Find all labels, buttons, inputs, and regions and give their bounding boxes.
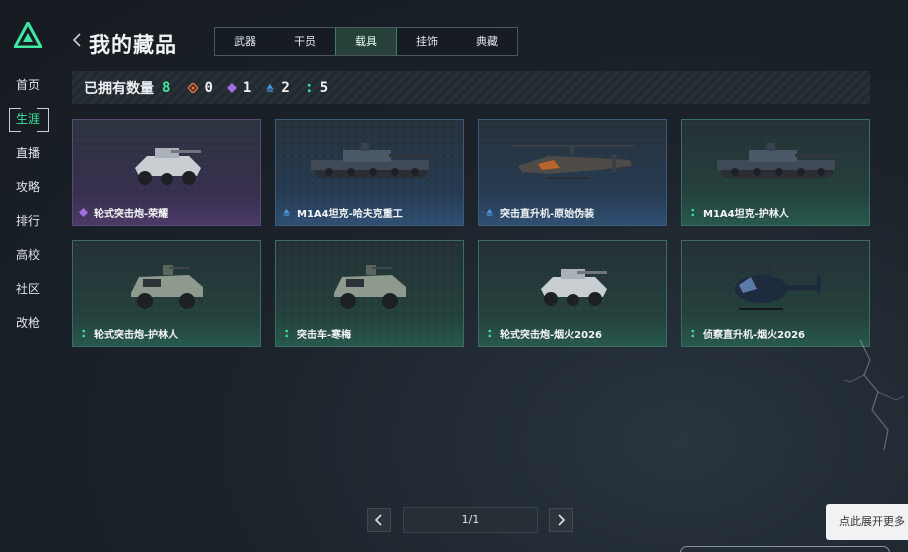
nav-item-home[interactable]: 首页 — [0, 68, 56, 102]
vehicle-image — [328, 259, 412, 317]
tab-weapons[interactable]: 武器 — [215, 28, 275, 55]
nav-item-career[interactable]: 生涯 — [0, 102, 56, 136]
vehicle-card[interactable]: 轮式突击炮-烟火2026 — [478, 240, 667, 347]
card-label: 侦察直升机-烟火2026 — [688, 326, 805, 341]
blue-chevron-icon — [266, 83, 275, 92]
next-page-button[interactable] — [549, 508, 573, 532]
owned-summary-bar: 已拥有数量 8 0 1 2 5 — [72, 71, 870, 104]
green-dots-icon — [82, 329, 85, 338]
vehicle-image — [721, 259, 831, 323]
logo-icon — [14, 22, 42, 48]
card-name: 突击车-寒梅 — [297, 330, 352, 341]
card-label: 轮式突击炮-护林人 — [79, 326, 178, 341]
tab-operators[interactable]: 干员 — [275, 28, 335, 55]
page-title: 我的藏品 — [89, 33, 177, 57]
prev-page-button[interactable] — [367, 508, 391, 532]
green-dots-icon — [691, 329, 694, 338]
green-dots-icon — [307, 83, 311, 92]
vehicle-image — [508, 138, 638, 194]
stat-green-count: 5 — [319, 79, 329, 96]
nav-item-colleges[interactable]: 高校 — [0, 238, 56, 272]
stat-blue-count: 2 — [281, 79, 290, 96]
nav-item-rankings[interactable]: 排行 — [0, 204, 56, 238]
card-label: 轮式突击炮-荣耀 — [79, 205, 168, 220]
bottom-pill-outline — [680, 546, 890, 552]
vehicle-image — [127, 138, 207, 194]
card-label: 突击直升机-原始伪装 — [485, 205, 594, 220]
nav-item-live[interactable]: 直播 — [0, 136, 56, 170]
vehicle-card[interactable]: 突击直升机-原始伪装 — [478, 119, 667, 226]
card-name: 轮式突击炮-烟火2026 — [500, 330, 602, 341]
page-indicator: 1/1 — [403, 507, 538, 533]
owned-total: 8 — [162, 79, 171, 96]
stat-purple-count: 1 — [242, 79, 252, 96]
vehicle-image — [711, 138, 841, 188]
category-tabs: 武器 干员 载具 挂饰 典藏 — [214, 27, 518, 56]
purple-diamond-icon — [226, 82, 237, 93]
vehicle-card[interactable]: M1A4坦克-哈夫克重工 — [275, 119, 464, 226]
owned-label: 已拥有数量 — [84, 80, 154, 97]
expand-more-button[interactable]: 点此展开更多 — [826, 504, 908, 540]
card-name: M1A4坦克-护林人 — [703, 209, 789, 220]
stat-green: 5 — [304, 80, 328, 96]
blue-chevron-icon — [485, 208, 494, 217]
left-nav: 首页 生涯 直播 攻略 排行 高校 社区 改枪 — [0, 68, 56, 340]
nav-item-gunsmith[interactable]: 改枪 — [0, 306, 56, 340]
card-name: 侦察直升机-烟火2026 — [703, 330, 805, 341]
card-name: 突击直升机-原始伪装 — [500, 209, 595, 220]
vehicle-card[interactable]: 突击车-寒梅 — [275, 240, 464, 347]
blue-chevron-icon — [282, 208, 291, 217]
tab-vehicles[interactable]: 载具 — [335, 28, 397, 55]
card-label: M1A4坦克-护林人 — [688, 205, 789, 220]
tab-charms[interactable]: 挂饰 — [397, 28, 457, 55]
vehicle-image — [125, 259, 209, 317]
card-name: M1A4坦克-哈夫克重工 — [297, 209, 403, 220]
card-label: M1A4坦克-哈夫克重工 — [282, 205, 403, 220]
card-name: 轮式突击炮-荣耀 — [94, 209, 169, 220]
vehicle-image — [305, 138, 435, 188]
vehicle-card[interactable]: 轮式突击炮-护林人 — [72, 240, 261, 347]
stat-orange: 0 — [188, 79, 213, 96]
vehicle-image — [533, 259, 613, 315]
chevron-right-icon — [558, 514, 565, 526]
lightning-decoration-icon — [843, 339, 905, 451]
nav-item-community[interactable]: 社区 — [0, 272, 56, 306]
tab-collection[interactable]: 典藏 — [457, 28, 517, 55]
green-dots-icon — [691, 208, 694, 217]
green-dots-icon — [285, 329, 288, 338]
purple-diamond-icon — [79, 208, 88, 217]
chevron-left-icon — [375, 514, 382, 526]
vehicle-card[interactable]: 轮式突击炮-荣耀 — [72, 119, 261, 226]
card-label: 突击车-寒梅 — [282, 326, 351, 341]
stat-blue: 2 — [265, 79, 290, 96]
card-name: 轮式突击炮-护林人 — [94, 330, 179, 341]
stat-orange-count: 0 — [204, 79, 213, 96]
green-dots-icon — [488, 329, 491, 338]
nav-item-guides[interactable]: 攻略 — [0, 170, 56, 204]
vehicle-card[interactable]: M1A4坦克-护林人 — [681, 119, 870, 226]
stat-purple: 1 — [226, 79, 252, 96]
card-label: 轮式突击炮-烟火2026 — [485, 326, 602, 341]
orange-diamond-icon — [188, 82, 199, 93]
back-chevron-icon[interactable] — [72, 33, 82, 47]
